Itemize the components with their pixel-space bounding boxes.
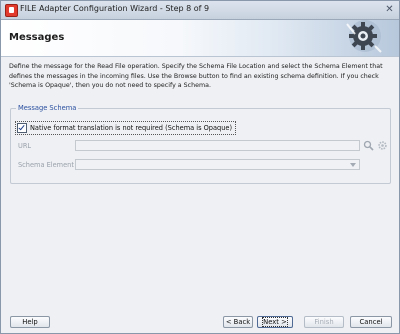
cancel-button[interactable]: Cancel [350, 316, 392, 328]
schema-opaque-checkbox[interactable]: Native format translation is not require… [15, 121, 237, 135]
message-schema-group: Message Schema Native format translation… [10, 104, 391, 184]
url-label: URL [18, 142, 32, 150]
gear-icon[interactable] [377, 140, 388, 151]
schema-opaque-label: Native format translation is not require… [30, 124, 233, 132]
next-button[interactable]: Next > [257, 316, 293, 328]
instructions-text: Define the message for the Read File ope… [9, 63, 383, 89]
finish-button-label: Finish [314, 318, 334, 326]
back-button[interactable]: < Back [223, 316, 253, 328]
window-title: FILE Adapter Configuration Wizard - Step… [20, 4, 210, 13]
schema-element-label: Schema Element [18, 161, 74, 169]
app-icon [5, 4, 18, 17]
page-title: Messages [9, 32, 65, 43]
checkbox-checked-icon[interactable] [17, 123, 27, 133]
gear-icon [325, 20, 385, 56]
schema-element-select[interactable] [75, 159, 360, 170]
next-button-label: Next > [262, 317, 288, 327]
group-legend: Message Schema [16, 104, 79, 112]
wizard-header: Messages [1, 20, 399, 57]
help-button-label: Help [22, 318, 38, 326]
finish-button[interactable]: Finish [304, 316, 344, 328]
chevron-down-icon [350, 163, 356, 167]
url-input[interactable] [75, 140, 360, 151]
wizard-window: FILE Adapter Configuration Wizard - Step… [0, 0, 400, 334]
back-button-label: < Back [225, 318, 251, 326]
title-bar[interactable]: FILE Adapter Configuration Wizard - Step… [1, 1, 399, 20]
close-icon[interactable]: ✕ [384, 4, 395, 15]
cancel-button-label: Cancel [359, 318, 383, 326]
help-button[interactable]: Help [10, 316, 50, 328]
search-icon[interactable] [363, 140, 374, 151]
